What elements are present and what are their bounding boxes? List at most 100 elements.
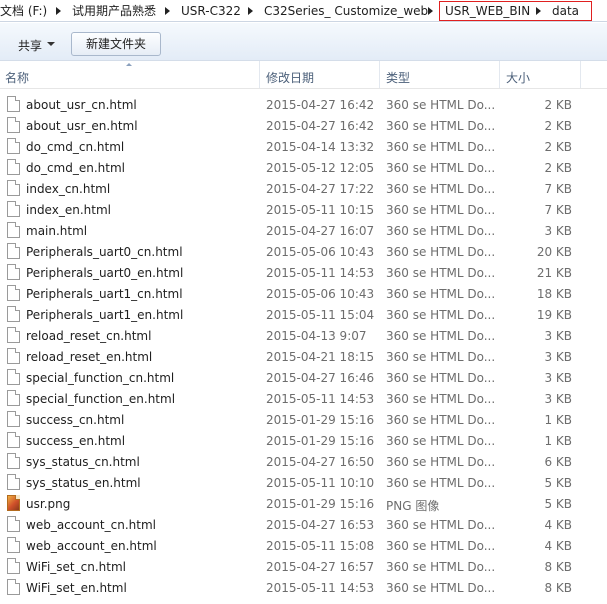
file-modified-date: 2015-05-11 10:15 [266, 203, 375, 217]
new-folder-button[interactable]: 新建文件夹 [71, 32, 161, 56]
highlight-annotation [439, 1, 592, 21]
breadcrumb-item-folder-2[interactable]: USR-C322 [181, 3, 241, 19]
file-name[interactable]: Peripherals_uart1_cn.html [26, 287, 183, 301]
file-type: 360 se HTML Do... [386, 182, 496, 196]
file-row[interactable]: reload_reset_en.html 2015-04-21 18:15 360 … [0, 346, 607, 367]
html-file-icon [7, 558, 20, 574]
file-row[interactable]: index_en.html 2015-05-11 10:15 360 se HTML… [0, 199, 607, 220]
file-size: 1 KB [544, 413, 572, 427]
file-size: 19 KB [536, 308, 572, 322]
column-divider[interactable] [499, 61, 500, 88]
file-row[interactable]: reload_reset_cn.html 2015-04-13 9:07 360 s… [0, 325, 607, 346]
file-size: 1 KB [544, 434, 572, 448]
file-size: 3 KB [544, 392, 572, 406]
file-name[interactable]: about_usr_cn.html [26, 98, 137, 112]
file-name[interactable]: Peripherals_uart0_cn.html [26, 245, 183, 259]
file-modified-date: 2015-04-27 16:50 [266, 455, 375, 469]
column-divider[interactable] [379, 61, 380, 88]
file-row[interactable]: WiFi_set_en.html 2015-05-11 14:53 360 se H… [0, 577, 607, 598]
file-size: 2 KB [544, 98, 572, 112]
breadcrumb-item-folder-1[interactable]: 试用期产品熟悉 [72, 3, 156, 19]
column-header-name[interactable]: 名称 [5, 69, 29, 86]
file-type: 360 se HTML Do... [386, 245, 496, 259]
html-file-icon [7, 516, 20, 532]
column-divider[interactable] [259, 61, 260, 88]
file-name[interactable]: success_en.html [26, 434, 125, 448]
file-row[interactable]: Peripherals_uart0_cn.html 2015-05-06 10:4… [0, 241, 607, 262]
file-name[interactable]: do_cmd_en.html [26, 161, 125, 175]
html-file-icon [7, 285, 20, 301]
file-name[interactable]: about_usr_en.html [26, 119, 138, 133]
chevron-right-icon[interactable] [424, 3, 436, 19]
file-name[interactable]: main.html [26, 224, 87, 238]
html-file-icon [7, 180, 20, 196]
file-type: 360 se HTML Do... [386, 308, 496, 322]
file-type: 360 se HTML Do... [386, 581, 496, 595]
file-type: 360 se HTML Do... [386, 329, 496, 343]
breadcrumb-item-drive[interactable]: 文档 (F:) [0, 3, 47, 19]
file-type: 360 se HTML Do... [386, 539, 496, 553]
file-type: 360 se HTML Do... [386, 98, 496, 112]
html-file-icon [7, 159, 20, 175]
file-size: 18 KB [536, 287, 572, 301]
file-row[interactable]: about_usr_en.html 2015-04-27 16:42 360 se … [0, 115, 607, 136]
file-row[interactable]: main.html 2015-04-27 16:07 360 se HTML Do.… [0, 220, 607, 241]
file-name[interactable]: do_cmd_cn.html [26, 140, 124, 154]
file-name[interactable]: special_function_en.html [26, 392, 175, 406]
file-name[interactable]: index_en.html [26, 203, 111, 217]
file-type: 360 se HTML Do... [386, 455, 496, 469]
file-row[interactable]: special_function_cn.html 2015-04-27 16:46… [0, 367, 607, 388]
file-row[interactable]: Peripherals_uart0_en.html 2015-05-11 14:5… [0, 262, 607, 283]
breadcrumb-item-folder-3[interactable]: C32Series_ Customize_web [264, 3, 428, 19]
file-name[interactable]: reload_reset_cn.html [26, 329, 151, 343]
file-name[interactable]: usr.png [26, 497, 70, 511]
file-name[interactable]: Peripherals_uart1_en.html [26, 308, 183, 322]
chevron-right-icon[interactable] [244, 3, 256, 19]
html-file-icon [7, 264, 20, 280]
file-row[interactable]: sys_status_en.html 2015-05-11 10:10 360 se… [0, 472, 607, 493]
file-type: 360 se HTML Do... [386, 476, 496, 490]
file-name[interactable]: WiFi_set_en.html [26, 581, 127, 595]
file-row[interactable]: Peripherals_uart1_cn.html 2015-05-06 10:4… [0, 283, 607, 304]
file-modified-date: 2015-05-11 14:53 [266, 266, 375, 280]
html-file-icon [7, 138, 20, 154]
column-header-type[interactable]: 类型 [386, 69, 410, 86]
file-row[interactable]: WiFi_set_cn.html 2015-04-27 16:57 360 se H… [0, 556, 607, 577]
file-name[interactable]: Peripherals_uart0_en.html [26, 266, 183, 280]
file-size: 8 KB [544, 560, 572, 574]
file-row[interactable]: success_en.html 2015-01-29 15:16 360 se HT… [0, 430, 607, 451]
file-name[interactable]: web_account_en.html [26, 539, 157, 553]
html-file-icon [7, 243, 20, 259]
share-button[interactable]: 共享 [18, 37, 42, 54]
file-row[interactable]: do_cmd_en.html 2015-05-12 12:05 360 se HTM… [0, 157, 607, 178]
file-row[interactable]: do_cmd_cn.html 2015-04-14 13:32 360 se HTM… [0, 136, 607, 157]
file-row[interactable]: about_usr_cn.html 2015-04-27 16:42 360 se … [0, 94, 607, 115]
file-row[interactable]: usr.png 2015-01-29 15:16 PNG 图像 5 KB [0, 493, 607, 514]
column-header-date[interactable]: 修改日期 [266, 69, 314, 86]
file-name[interactable]: success_cn.html [26, 413, 124, 427]
file-modified-date: 2015-01-29 15:16 [266, 434, 375, 448]
file-size: 3 KB [544, 350, 572, 364]
file-size: 2 KB [544, 161, 572, 175]
file-row[interactable]: web_account_en.html 2015-05-11 15:08 360 s… [0, 535, 607, 556]
file-row[interactable]: index_cn.html 2015-04-27 17:22 360 se HTML… [0, 178, 607, 199]
file-row[interactable]: Peripherals_uart1_en.html 2015-05-11 15:0… [0, 304, 607, 325]
file-name[interactable]: sys_status_en.html [26, 476, 141, 490]
chevron-right-icon[interactable] [161, 3, 173, 19]
file-row[interactable]: special_function_en.html 2015-05-11 14:53… [0, 388, 607, 409]
file-name[interactable]: special_function_cn.html [26, 371, 174, 385]
column-header-size[interactable]: 大小 [506, 69, 530, 86]
file-row[interactable]: success_cn.html 2015-01-29 15:16 360 se HT… [0, 409, 607, 430]
file-modified-date: 2015-04-13 9:07 [266, 329, 367, 343]
address-bar[interactable]: 文档 (F:) 试用期产品熟悉 USR-C322 C32Series_ Cust… [0, 0, 607, 22]
chevron-right-icon[interactable] [52, 3, 64, 19]
file-name[interactable]: reload_reset_en.html [26, 350, 152, 364]
file-row[interactable]: sys_status_cn.html 2015-04-27 16:50 360 se… [0, 451, 607, 472]
file-row[interactable]: web_account_cn.html 2015-04-27 16:53 360 s… [0, 514, 607, 535]
file-name[interactable]: WiFi_set_cn.html [26, 560, 126, 574]
file-name[interactable]: web_account_cn.html [26, 518, 156, 532]
file-name[interactable]: index_cn.html [26, 182, 110, 196]
chevron-down-icon[interactable] [47, 42, 55, 46]
file-name[interactable]: sys_status_cn.html [26, 455, 140, 469]
column-divider[interactable] [580, 61, 581, 88]
